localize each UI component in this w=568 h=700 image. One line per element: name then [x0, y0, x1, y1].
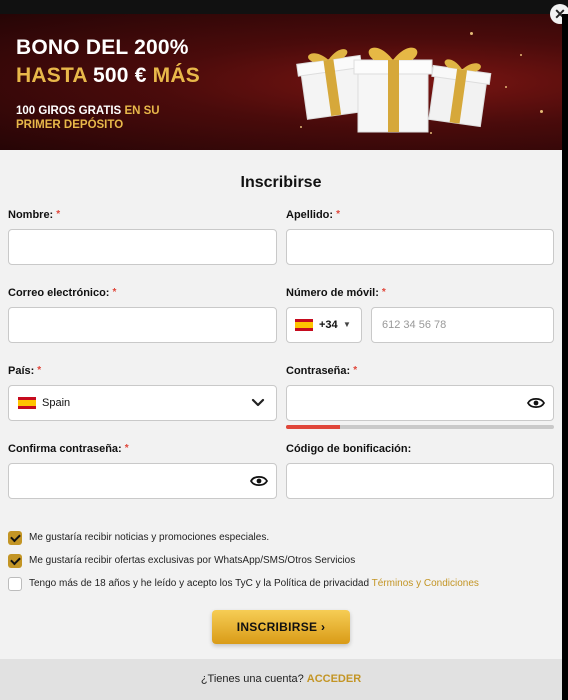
codigo-field[interactable]: [286, 463, 554, 499]
label-apellido-text: Apellido:: [286, 209, 334, 221]
correo-input[interactable]: [9, 308, 276, 342]
label-contrasena: Contraseña: *: [286, 365, 357, 377]
checkbox-news-label: Me gustaría recibir noticias y promocion…: [29, 532, 270, 543]
top-strip: [0, 0, 568, 14]
contrasena-input[interactable]: [287, 386, 553, 420]
password-strength-fill: [286, 425, 340, 429]
label-movil-text: Número de móvil:: [286, 287, 379, 299]
login-question: ¿Tienes una cuenta?: [200, 673, 304, 685]
chevron-right-icon: ›: [321, 620, 326, 634]
label-confirma: Confirma contraseña: *: [8, 443, 129, 455]
movil-input[interactable]: [372, 308, 553, 342]
label-codigo-text: Código de bonificación:: [286, 443, 412, 455]
label-pais: País: *: [8, 365, 41, 377]
checkbox-age-label: Tengo más de 18 años y he leído y acepto…: [29, 578, 479, 589]
confirma-field[interactable]: [8, 463, 277, 499]
promo-banner: BONO DEL 200% HASTA 500 € MÁS 100 GIROS …: [0, 14, 562, 150]
country-value: Spain: [42, 397, 71, 409]
password-strength-bar: [286, 425, 554, 429]
required-mark: *: [353, 365, 358, 376]
checkbox-age-text: Tengo más de 18 años y he leído y acepto…: [29, 578, 370, 589]
country-select[interactable]: Spain: [8, 385, 277, 421]
form-title: Inscribirse: [240, 174, 322, 191]
signup-submit-button[interactable]: INSCRIBIRSE ›: [212, 610, 350, 644]
label-correo-text: Correo electrónico:: [8, 287, 110, 299]
free-spins-count: 100 GIROS GRATIS: [16, 105, 122, 117]
apellido-field[interactable]: [286, 229, 554, 265]
eye-icon[interactable]: [527, 396, 545, 410]
required-mark: *: [336, 209, 340, 220]
required-mark: *: [124, 443, 129, 454]
contrasena-field[interactable]: [286, 385, 554, 421]
eye-icon[interactable]: [250, 474, 268, 488]
free-spins-text: 100 GIROS GRATIS EN SU PRIMER DEPÓSITO: [16, 104, 160, 132]
nombre-input[interactable]: [9, 230, 276, 264]
free-spins-connector: EN SU: [124, 105, 160, 117]
terms-link[interactable]: Términos y Condiciones: [372, 578, 479, 589]
codigo-input[interactable]: [287, 464, 553, 498]
sparkle: [520, 54, 522, 56]
spain-flag-icon: [295, 319, 313, 331]
bonus-amount-value: 500 €: [93, 64, 147, 87]
confirma-input[interactable]: [9, 464, 276, 498]
correo-field[interactable]: [8, 307, 277, 343]
bonus-amount-suffix: MÁS: [152, 64, 200, 87]
label-movil: Número de móvil: *: [286, 287, 386, 299]
nombre-field[interactable]: [8, 229, 277, 265]
movil-field[interactable]: [371, 307, 554, 343]
checkbox-age[interactable]: [8, 577, 22, 591]
label-confirma-text: Confirma contraseña:: [8, 443, 122, 455]
apellido-input[interactable]: [287, 230, 553, 264]
required-mark: *: [37, 365, 42, 376]
bonus-headline: BONO DEL 200%: [16, 36, 189, 59]
label-apellido: Apellido: *: [286, 209, 340, 221]
phone-prefix-value: +34: [319, 319, 338, 331]
bonus-amount-prefix: HASTA: [16, 64, 87, 87]
caret-down-icon: ▼: [343, 320, 351, 329]
overlay-edge: [562, 14, 568, 700]
label-contrasena-text: Contraseña:: [286, 365, 351, 377]
login-prompt: ¿Tienes una cuenta? ACCEDER: [0, 673, 562, 685]
checkbox-news[interactable]: [8, 531, 22, 545]
free-spins-condition: PRIMER DEPÓSITO: [16, 119, 124, 131]
gift-icon: [296, 47, 492, 133]
sparkle: [540, 110, 543, 113]
checkbox-whatsapp-label: Me gustaría recibir ofertas exclusivas p…: [29, 555, 356, 566]
login-link[interactable]: ACCEDER: [307, 673, 361, 685]
label-correo: Correo electrónico: *: [8, 287, 116, 299]
label-pais-text: País:: [8, 365, 35, 377]
phone-prefix-select[interactable]: +34 ▼: [286, 307, 362, 343]
required-mark: *: [56, 209, 61, 220]
required-mark: *: [112, 287, 117, 298]
checkbox-whatsapp[interactable]: [8, 554, 22, 568]
label-nombre: Nombre: *: [8, 209, 60, 221]
login-footer: ¿Tienes una cuenta? ACCEDER: [0, 659, 562, 700]
spain-flag-icon: [18, 397, 36, 409]
chevron-down-icon: [251, 398, 265, 407]
required-mark: *: [381, 287, 386, 298]
submit-label: INSCRIBIRSE: [236, 620, 318, 634]
bonus-amount: HASTA 500 € MÁS: [16, 64, 200, 88]
label-codigo: Código de bonificación:: [286, 443, 411, 455]
label-nombre-text: Nombre:: [8, 209, 54, 221]
signup-modal: BONO DEL 200% HASTA 500 € MÁS 100 GIROS …: [0, 14, 562, 700]
